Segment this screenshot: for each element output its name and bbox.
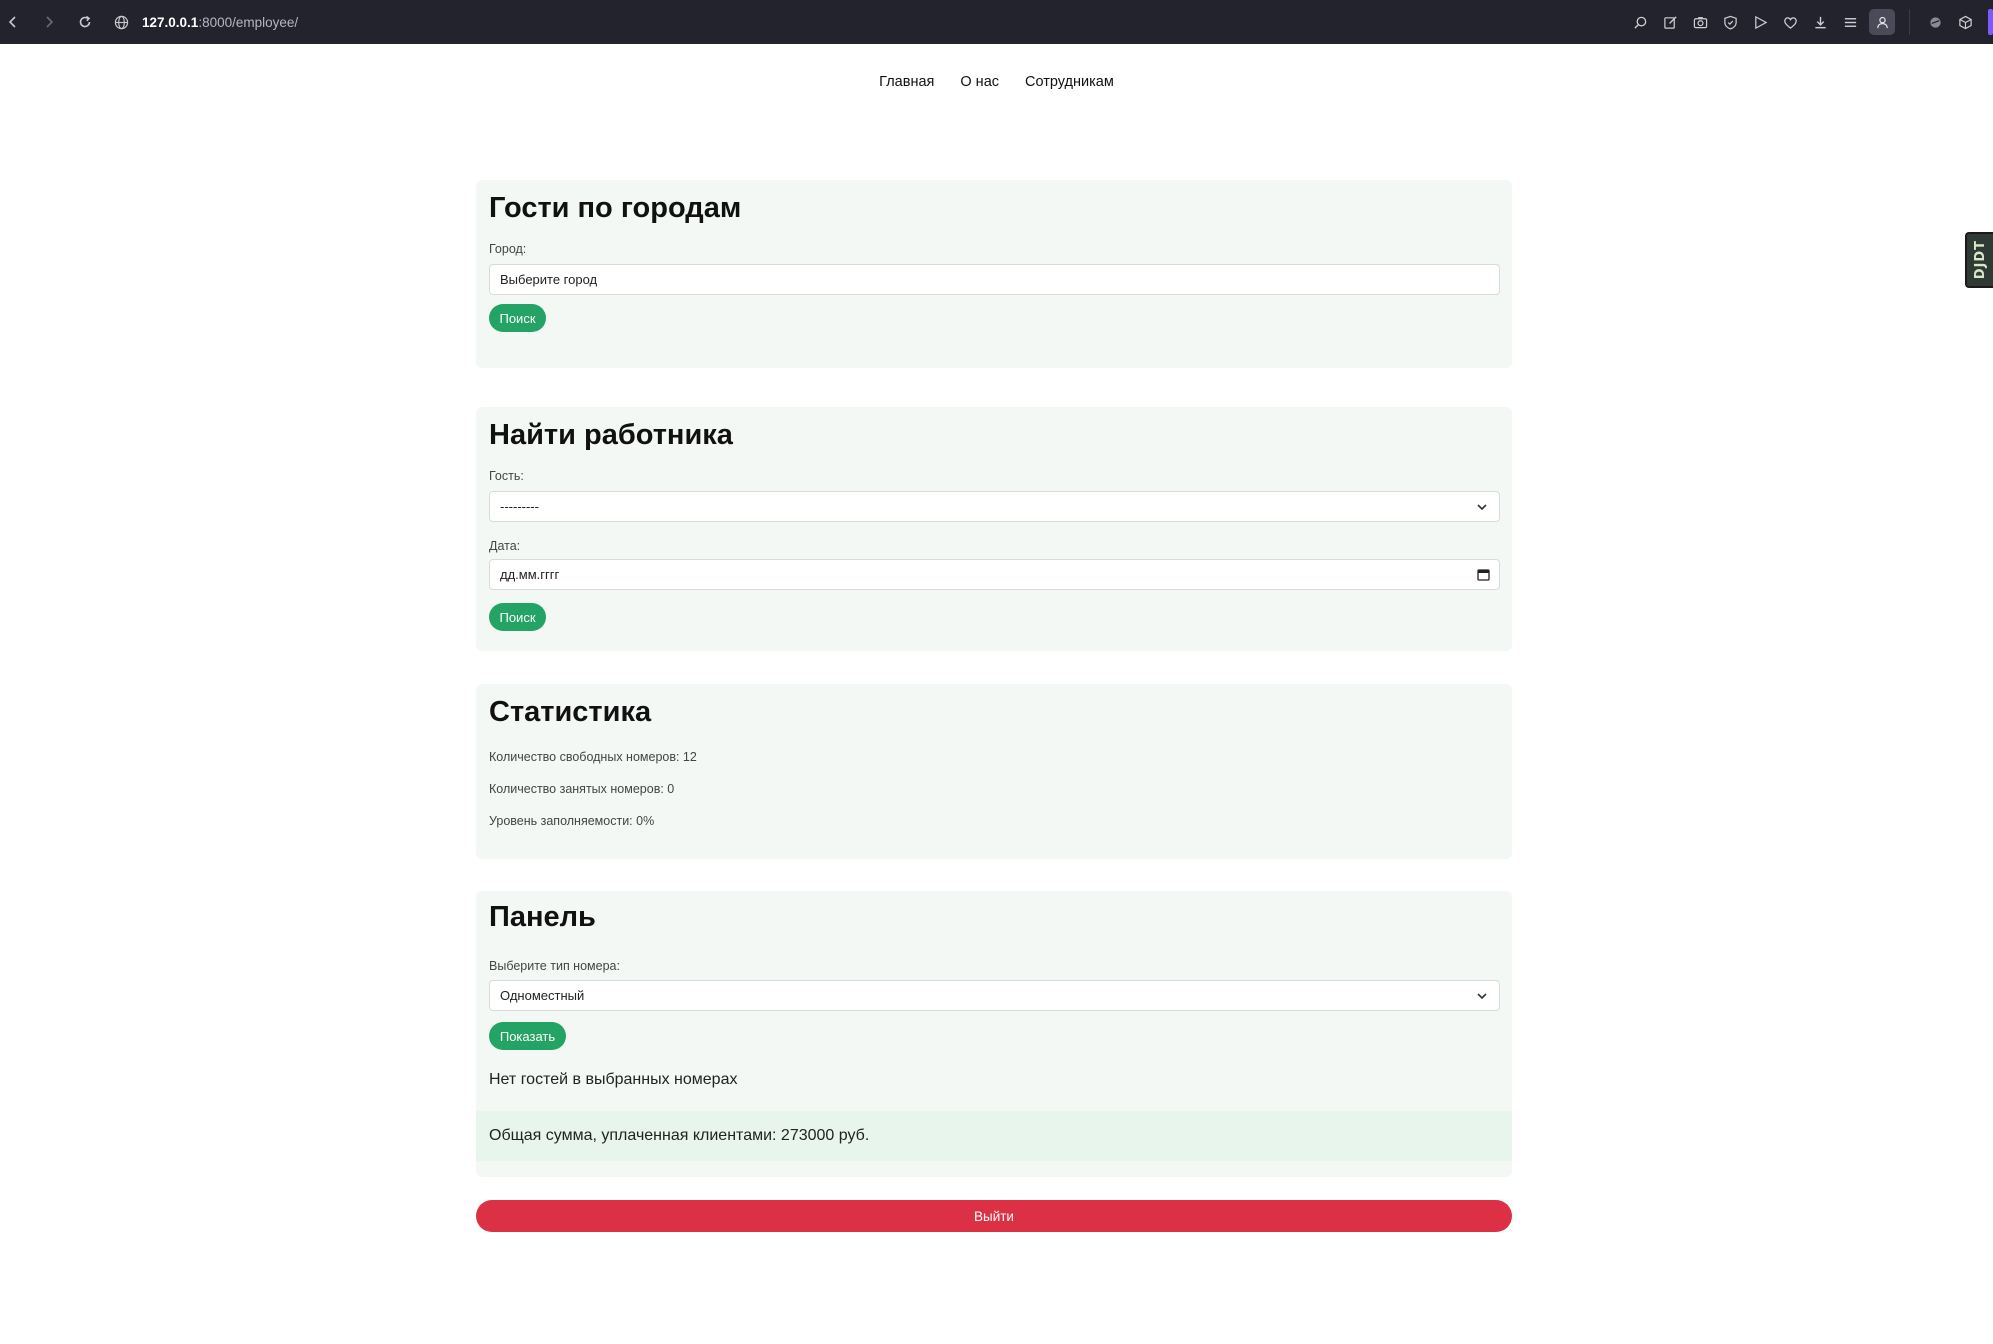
shield-icon[interactable] — [1715, 7, 1745, 37]
city-search-button[interactable]: Поиск — [489, 304, 546, 332]
worker-search-button[interactable]: Поиск — [489, 603, 546, 631]
download-icon[interactable] — [1805, 7, 1835, 37]
debug-toolbar-label: DJDT — [1972, 240, 1988, 280]
room-type-select[interactable]: Одноместный — [489, 980, 1500, 1011]
zoom-search-icon[interactable] — [1625, 7, 1655, 37]
nav-link-employees[interactable]: Сотрудникам — [1025, 74, 1114, 90]
top-navigation: Главная О нас Сотрудникам — [0, 74, 1993, 90]
globe-icon — [112, 13, 130, 31]
url-text: 127.0.0.1:8000/employee/ — [142, 15, 298, 30]
guest-select-value: --------- — [500, 499, 539, 514]
occupied-rooms-stat: Количество занятых номеров: 0 — [489, 782, 675, 796]
panel-title: Панель — [489, 901, 596, 933]
browser-toolbar: 127.0.0.1:8000/employee/ — [0, 0, 1993, 44]
calendar-icon[interactable] — [1477, 568, 1490, 581]
forward-icon[interactable] — [36, 9, 62, 35]
nav-link-about[interactable]: О нас — [960, 74, 999, 90]
profile-icon[interactable] — [1869, 9, 1895, 35]
date-label: Дата: — [489, 539, 521, 553]
url-path: :8000/employee/ — [198, 14, 299, 30]
back-icon[interactable] — [0, 9, 26, 35]
panel-card: Панель Выберите тип номера: Одноместный … — [476, 891, 1512, 1177]
guest-label: Гость: — [489, 469, 524, 483]
find-worker-title: Найти работника — [489, 419, 733, 451]
page-content: Главная О нас Сотрудникам Гости по город… — [0, 44, 1993, 1344]
city-input[interactable]: Выберите город — [489, 264, 1500, 295]
chevron-down-icon — [1477, 993, 1487, 1000]
guest-select[interactable]: --------- — [489, 491, 1500, 522]
sidebar-accent-indicator — [1988, 9, 1993, 35]
cube-icon[interactable] — [1950, 7, 1980, 37]
url-host: 127.0.0.1 — [142, 14, 199, 30]
reload-icon[interactable] — [72, 9, 98, 35]
chevron-down-icon — [1477, 504, 1487, 511]
find-worker-card: Найти работника Гость: --------- Дата: д… — [476, 407, 1512, 651]
statistics-card: Статистика Количество свободных номеров:… — [476, 684, 1512, 859]
statistics-title: Статистика — [489, 696, 652, 728]
date-input-placeholder: дд.мм.гггг — [500, 567, 560, 582]
city-label: Город: — [489, 242, 527, 256]
toolbar-divider — [1909, 9, 1910, 35]
nav-link-home[interactable]: Главная — [879, 74, 934, 90]
free-rooms-stat: Количество свободных номеров: 12 — [489, 750, 697, 764]
extension-icon[interactable] — [1920, 7, 1950, 37]
city-guests-title: Гости по городам — [489, 192, 742, 224]
room-type-select-value: Одноместный — [500, 988, 585, 1003]
date-input[interactable]: дд.мм.гггг — [489, 559, 1500, 590]
browser-tools — [1625, 0, 1993, 44]
play-icon[interactable] — [1745, 7, 1775, 37]
heart-icon[interactable] — [1775, 7, 1805, 37]
city-guests-card: Гости по городам Город: Выберите город П… — [476, 180, 1512, 368]
address-bar[interactable]: 127.0.0.1:8000/employee/ — [112, 7, 298, 37]
edit-icon[interactable] — [1655, 7, 1685, 37]
show-button[interactable]: Показать — [489, 1022, 566, 1050]
city-input-placeholder: Выберите город — [500, 272, 598, 287]
camera-icon[interactable] — [1685, 7, 1715, 37]
total-paid-banner: Общая сумма, уплаченная клиентами: 27300… — [476, 1111, 1512, 1161]
menu-icon[interactable] — [1835, 7, 1865, 37]
room-type-label: Выберите тип номера: — [489, 959, 620, 973]
logout-button[interactable]: Выйти — [476, 1200, 1512, 1232]
occupancy-stat: Уровень заполняемости: 0% — [489, 814, 655, 828]
empty-guests-message: Нет гостей в выбранных номерах — [489, 1071, 738, 1088]
debug-toolbar-handle[interactable]: DJDT — [1965, 232, 1993, 288]
